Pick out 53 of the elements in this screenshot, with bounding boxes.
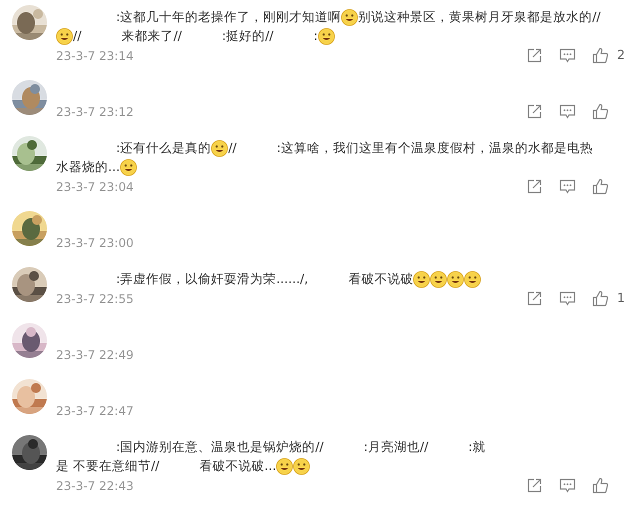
comment-text: :月亮湖也// — [364, 438, 428, 456]
comment-text: 是 不要在意细节// — [56, 457, 160, 476]
comment-text: :挺好的// — [222, 27, 274, 46]
like-count: 1 — [617, 289, 626, 308]
comment-icon[interactable] — [559, 103, 576, 120]
share-icon[interactable] — [526, 47, 543, 64]
comment-text: :这都几十年的老操作了，刚刚才知道啊 — [116, 8, 342, 26]
emoji-icon — [318, 28, 335, 45]
comment-text: :就 — [468, 438, 486, 456]
comment-text: 看破不说破... — [199, 457, 276, 476]
share-icon[interactable] — [526, 477, 543, 494]
timestamp: 23-3-7 23:00 — [56, 234, 134, 252]
emoji-icon — [211, 140, 228, 157]
thumbs-up-icon[interactable] — [592, 178, 609, 195]
share-icon[interactable] — [526, 290, 543, 307]
comment-text: :弄虚作假，以偷奸耍滑为荣....../, — [116, 270, 308, 288]
timestamp: 23-3-7 22:49 — [56, 346, 134, 364]
comment-text: // — [228, 139, 237, 158]
share-icon[interactable] — [526, 103, 543, 120]
thumbs-up-icon[interactable] — [592, 47, 609, 64]
comment-icon[interactable] — [559, 178, 576, 195]
comment-text: 来都来了// — [121, 27, 182, 46]
timestamp: 23-3-7 22:47 — [56, 402, 134, 420]
emoji-icon — [413, 271, 430, 288]
comment-text: 水器烧的... — [56, 158, 120, 176]
comment-text: :国内游别在意、温泉也是锅炉烧的// — [116, 438, 324, 456]
emoji-icon — [120, 159, 137, 176]
emoji-icon — [447, 271, 464, 288]
comment-text: :这算啥，我们这里有个温泉度假村，温泉的水都是电热 — [276, 139, 593, 158]
emoji-icon — [276, 458, 294, 475]
comment-text: 看破不说破 — [348, 270, 414, 288]
like-count: 2 — [617, 46, 626, 64]
thumbs-up-icon[interactable] — [592, 103, 609, 120]
thumbs-up-icon[interactable] — [592, 477, 609, 494]
thumbs-up-icon[interactable] — [592, 290, 609, 307]
comment-text: :还有什么是真的 — [116, 139, 212, 158]
timestamp: 23-3-7 23:14 — [56, 48, 134, 64]
timestamp: 23-3-7 23:12 — [56, 104, 134, 120]
timestamp: 23-3-7 22:43 — [56, 478, 134, 494]
share-icon[interactable] — [526, 178, 543, 195]
comment-icon[interactable] — [559, 477, 576, 494]
comment-icon[interactable] — [559, 47, 576, 64]
emoji-icon — [341, 9, 358, 26]
emoji-icon — [56, 28, 73, 45]
emoji-icon — [464, 271, 482, 288]
comment-text: : — [314, 27, 318, 46]
comment-text: 别说这种景区，黄果树月牙泉都是放水的// — [358, 8, 601, 26]
timestamp: 23-3-7 23:04 — [56, 178, 134, 196]
emoji-icon — [293, 458, 310, 475]
timestamp: 23-3-7 22:55 — [56, 290, 134, 308]
comment-text: // — [73, 27, 82, 46]
emoji-icon — [430, 271, 448, 288]
comment-icon[interactable] — [559, 290, 576, 307]
